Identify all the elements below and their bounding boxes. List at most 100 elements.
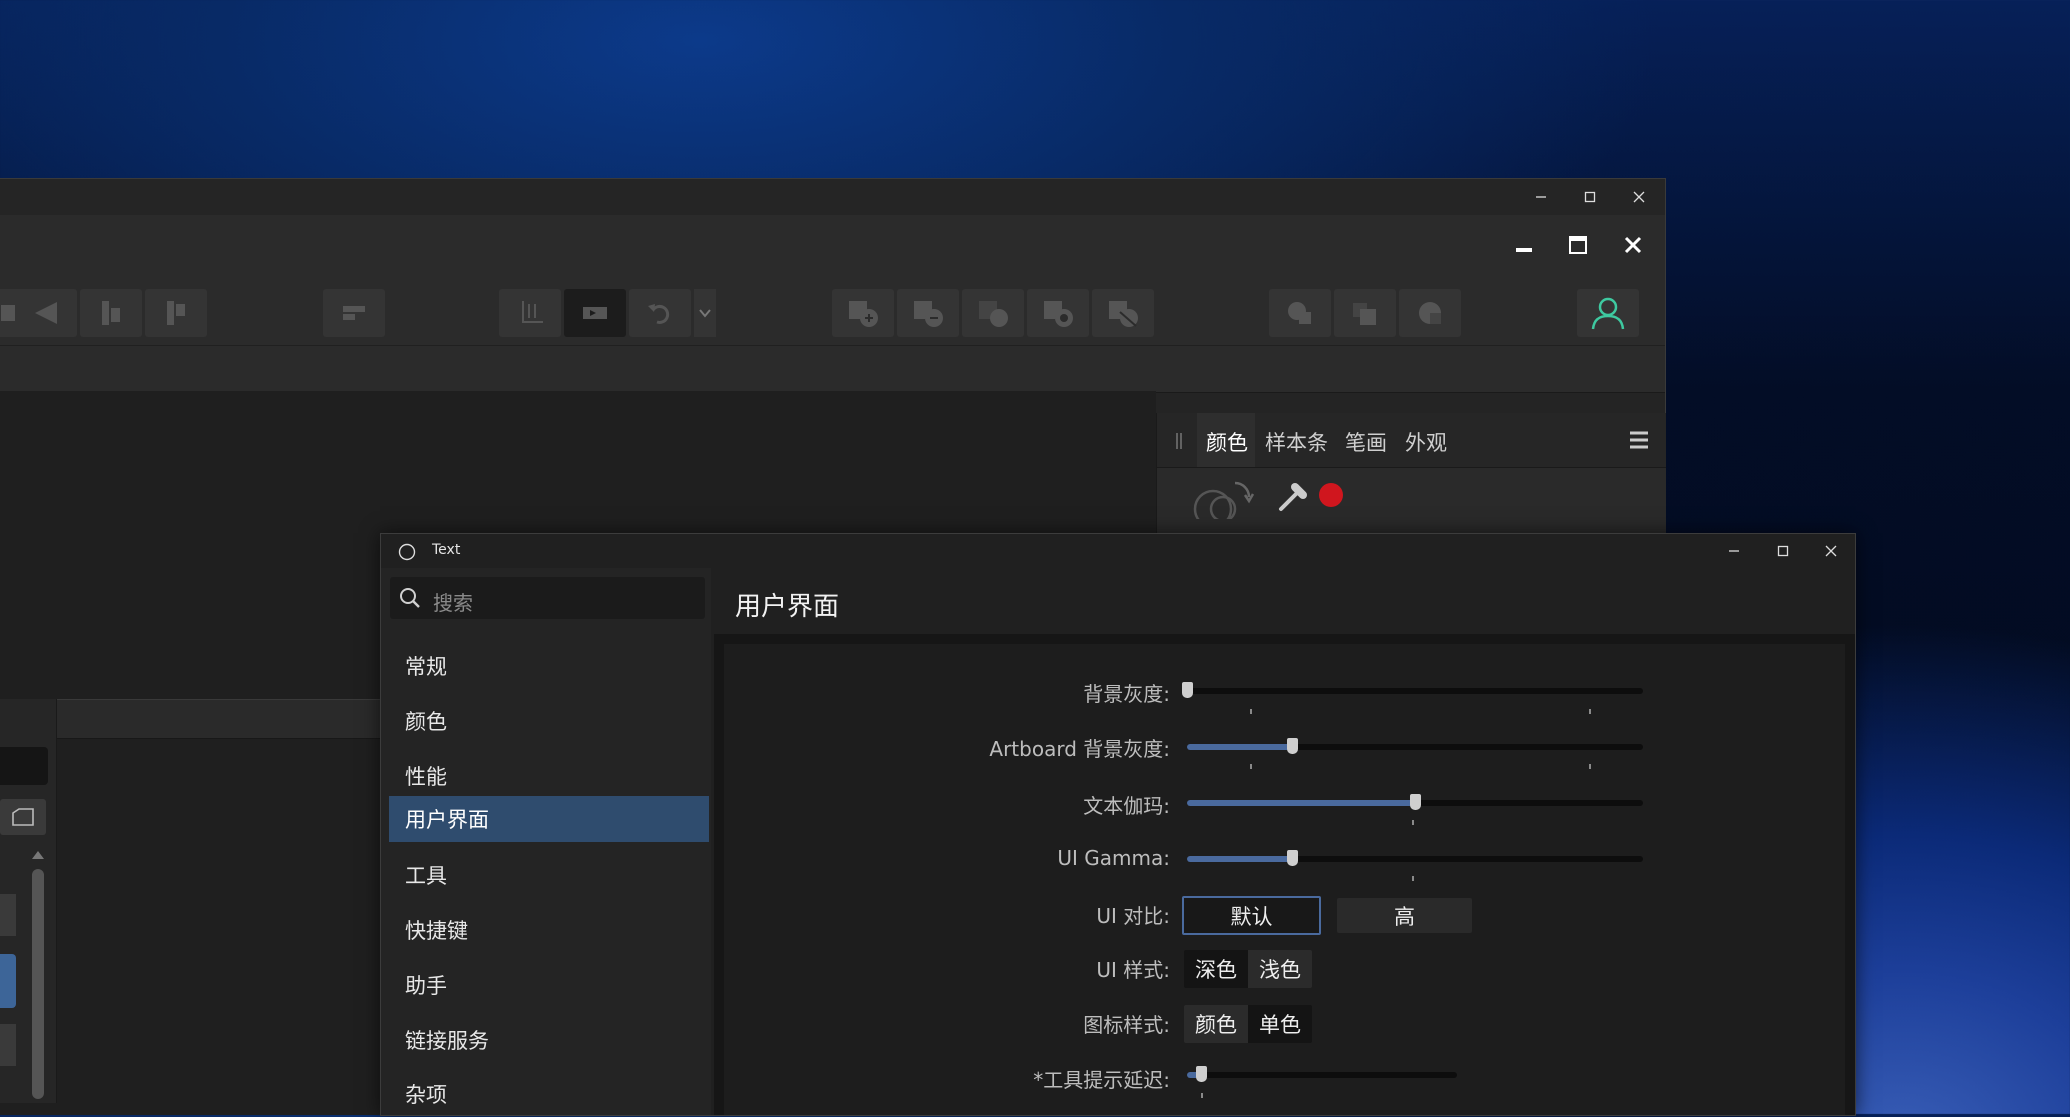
search-icon: [400, 588, 420, 608]
nav-color[interactable]: 颜色: [389, 698, 709, 744]
slider-tick: [1589, 764, 1591, 769]
slider-thumb[interactable]: [1286, 850, 1298, 866]
style-dark-button[interactable]: 深色: [1184, 950, 1248, 988]
layer-row[interactable]: [0, 894, 16, 936]
layer-row-selected[interactable]: [0, 954, 16, 1008]
search-input[interactable]: 搜索: [390, 577, 705, 619]
search-placeholder: 搜索: [433, 591, 473, 615]
user-icon: [1591, 297, 1625, 330]
nav-tools[interactable]: 工具: [389, 852, 709, 898]
distribute-left-icon[interactable]: [80, 289, 142, 337]
slider-thumb[interactable]: [1182, 682, 1193, 698]
slider-tick: [1412, 876, 1414, 881]
tab-appearance[interactable]: 外观: [1405, 427, 1447, 457]
shape-union-icon[interactable]: [832, 289, 894, 337]
layers-panel-header: [0, 699, 380, 739]
shape-intersect-icon[interactable]: [962, 289, 1024, 337]
shape-exclude-icon[interactable]: [1027, 289, 1089, 337]
slider-fill: [1187, 800, 1415, 806]
nav-general[interactable]: 常规: [389, 643, 709, 689]
grid-icon[interactable]: [499, 289, 561, 337]
contrast-high-button[interactable]: 高: [1337, 898, 1472, 933]
ui-gamma-label: UI Gamma:: [1057, 846, 1170, 870]
dialog-close-button[interactable]: [1816, 538, 1846, 564]
slider-tick: [1250, 709, 1252, 714]
tooltip-delay-slider[interactable]: [1187, 1066, 1457, 1082]
slider-tick: [1201, 1093, 1203, 1098]
slider-thumb[interactable]: [1410, 794, 1421, 810]
slider-tick: [1250, 764, 1252, 769]
undo-dropdown-chevron-icon[interactable]: [694, 289, 716, 337]
distribute-right-icon[interactable]: [145, 289, 207, 337]
shape-divide-icon[interactable]: [1092, 289, 1154, 337]
nav-misc[interactable]: 杂项: [389, 1071, 709, 1117]
tab-swatches[interactable]: 样本条: [1265, 427, 1328, 457]
icon-style-label: 图标样式:: [1083, 1013, 1170, 1037]
app-maximize-button[interactable]: [1563, 232, 1593, 258]
background-gray-label: 背景灰度:: [1083, 682, 1170, 706]
page-header: 用户界面: [714, 568, 1855, 634]
mask-icon[interactable]: [564, 289, 626, 337]
app-minimize-button[interactable]: [1509, 232, 1539, 258]
drag-handle-icon[interactable]: [1175, 433, 1183, 449]
layers-view-button[interactable]: [0, 799, 46, 835]
layer-row[interactable]: [0, 1024, 16, 1066]
panel-menu-icon[interactable]: [1629, 431, 1649, 449]
dialog-maximize-button[interactable]: [1768, 538, 1798, 564]
slider-tick: [1589, 709, 1591, 714]
dialog-title: Text: [432, 542, 461, 558]
app-toolbar: [0, 275, 1665, 345]
contrast-default-button[interactable]: 默认: [1182, 896, 1321, 935]
nav-shortcuts[interactable]: 快捷键: [389, 907, 709, 953]
background-gray-slider[interactable]: [1182, 682, 1643, 698]
ui-contrast-label: UI 对比:: [1096, 904, 1170, 928]
arrange-back-icon[interactable]: [1334, 289, 1396, 337]
os-close-button[interactable]: [1624, 184, 1654, 210]
text-gamma-label: 文本伽玛:: [1083, 794, 1170, 818]
os-minimize-button[interactable]: [1526, 184, 1556, 210]
settings-inner-panel: [724, 644, 1845, 1115]
eyedropper-icon[interactable]: [1277, 477, 1313, 513]
user-account-button[interactable]: [1577, 289, 1639, 337]
artboard-gray-slider[interactable]: [1187, 738, 1643, 754]
tooltip-delay-label: *工具提示延迟:: [1033, 1068, 1170, 1092]
record-icon[interactable]: [1317, 481, 1345, 509]
tab-color[interactable]: 颜色: [1206, 427, 1248, 457]
layers-search-field[interactable]: [0, 747, 48, 785]
app-circle-icon: [398, 543, 416, 561]
slider-thumb[interactable]: [1286, 738, 1298, 754]
dialog-titlebar: Text: [381, 534, 1855, 568]
app-close-button[interactable]: [1618, 232, 1648, 258]
dialog-minimize-button[interactable]: [1719, 538, 1749, 564]
nav-user-interface[interactable]: 用户界面: [389, 796, 709, 842]
ui-style-label: UI 样式:: [1096, 958, 1170, 982]
slider-tick: [1412, 820, 1414, 825]
text-gamma-slider[interactable]: [1187, 794, 1643, 810]
color-wheel-swap-icon[interactable]: [1189, 475, 1261, 519]
app-titlebar: [0, 179, 1665, 216]
arrange-front-icon[interactable]: [1269, 289, 1331, 337]
tab-stroke[interactable]: 笔画: [1345, 427, 1387, 457]
align-text-icon[interactable]: [323, 289, 385, 337]
style-light-button[interactable]: 浅色: [1248, 950, 1312, 988]
layers-scrollbar[interactable]: [32, 869, 44, 1099]
tag-icon: [12, 808, 34, 826]
os-maximize-button[interactable]: [1575, 184, 1605, 210]
slider-fill: [1187, 744, 1292, 750]
page-title: 用户界面: [735, 592, 840, 622]
nav-linked-services[interactable]: 链接服务: [389, 1017, 709, 1063]
ui-gamma-slider[interactable]: [1187, 850, 1643, 866]
settings-content: 背景灰度: Artboard 背景灰度: 文本伽玛: UI Gamma: UI …: [714, 634, 1855, 1115]
icon-style-mono-button[interactable]: 单色: [1248, 1005, 1312, 1043]
icon-style-color-button[interactable]: 颜色: [1184, 1005, 1248, 1043]
artboard-gray-label: Artboard 背景灰度:: [989, 737, 1170, 761]
flip-icon[interactable]: [15, 289, 77, 337]
clip-shape-icon[interactable]: [1399, 289, 1461, 337]
scroll-up-arrow-icon[interactable]: [31, 850, 45, 860]
shape-subtract-icon[interactable]: [897, 289, 959, 337]
slider-fill: [1187, 856, 1292, 862]
undo-icon[interactable]: [629, 289, 691, 337]
nav-performance[interactable]: 性能: [389, 753, 709, 799]
slider-thumb[interactable]: [1195, 1066, 1207, 1082]
nav-assistant[interactable]: 助手: [389, 962, 709, 1008]
